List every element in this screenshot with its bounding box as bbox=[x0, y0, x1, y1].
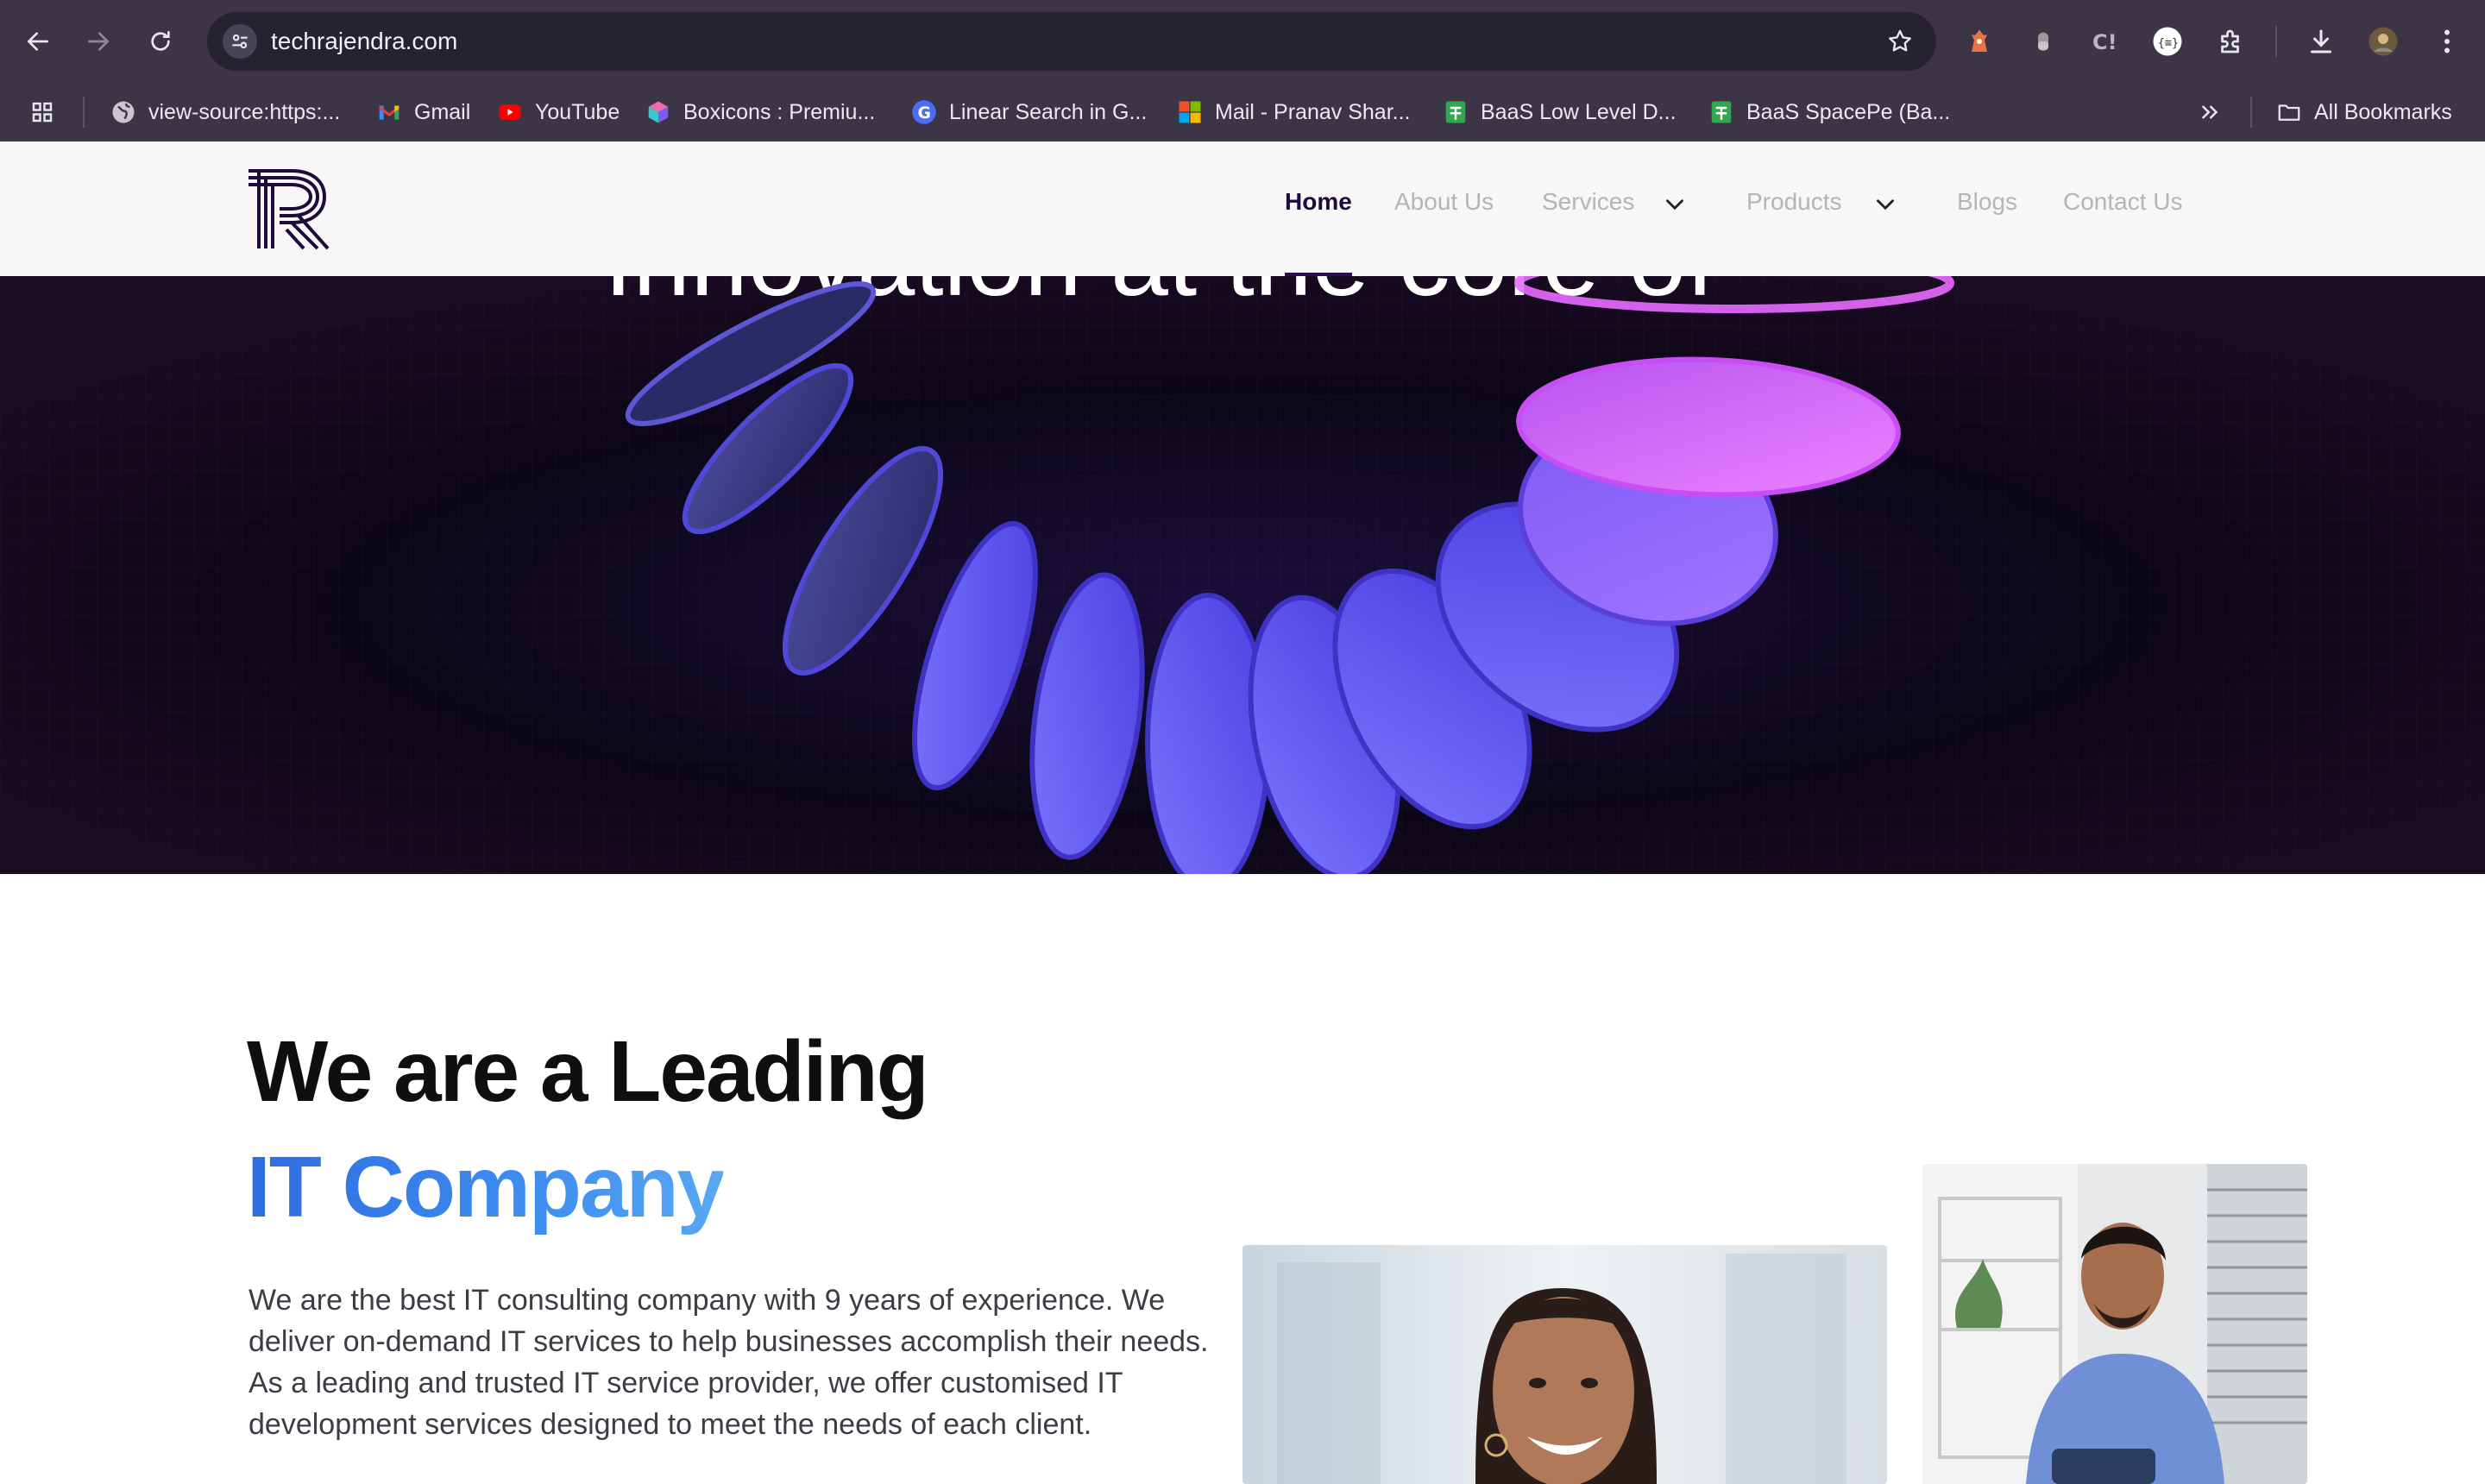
youtube-icon bbox=[497, 99, 523, 125]
all-bookmarks-label: All Bookmarks bbox=[2314, 99, 2452, 124]
bookmark-gmail[interactable]: Gmail bbox=[376, 95, 470, 129]
all-bookmarks-button[interactable]: All Bookmarks bbox=[2276, 95, 2452, 129]
about-section: We are a Leading IT Company We are the b… bbox=[0, 874, 2485, 1484]
more-bookmarks-button[interactable] bbox=[2197, 95, 2235, 129]
site-settings-icon[interactable] bbox=[223, 24, 257, 59]
bookmark-label: Mail - Pranav Shar... bbox=[1215, 99, 1411, 124]
bookmark-label: Linear Search in G... bbox=[949, 99, 1148, 124]
chevron-down-icon[interactable] bbox=[1871, 190, 1900, 219]
google-icon: G bbox=[911, 99, 937, 125]
hero-banner: Innovation at the core of bbox=[0, 276, 2485, 874]
download-icon[interactable] bbox=[2300, 21, 2342, 62]
svg-text:{≡}: {≡} bbox=[2158, 36, 2179, 50]
about-paragraph: We are the best IT consulting company wi… bbox=[248, 1284, 1209, 1441]
hero-graphic: Innovation at the core of bbox=[0, 276, 2485, 874]
microsoft-icon bbox=[1177, 99, 1203, 125]
bookmark-label: YouTube bbox=[535, 99, 620, 124]
bookmark-label: Gmail bbox=[414, 99, 471, 124]
boxicons-icon bbox=[645, 99, 671, 125]
nav-blogs[interactable]: Blogs bbox=[1957, 188, 2017, 216]
address-bar[interactable]: techrajendra.com bbox=[207, 12, 1936, 71]
extension-code-icon[interactable]: C! bbox=[2085, 21, 2126, 62]
nav-products[interactable]: Products bbox=[1746, 188, 1842, 216]
browser-toolbar: techrajendra.com C! {≡} bbox=[0, 0, 2485, 83]
svg-text:G: G bbox=[918, 104, 931, 123]
gmail-icon bbox=[376, 99, 402, 125]
bookmarks-divider bbox=[83, 97, 85, 128]
reload-icon bbox=[151, 31, 170, 51]
bookmark-youtube[interactable]: YouTube bbox=[497, 95, 620, 129]
bookmark-label: view-source:https:... bbox=[148, 99, 341, 124]
bookmark-mail-pranav[interactable]: Mail - Pranav Shar... bbox=[1177, 95, 1410, 129]
bookmark-label: Boxicons : Premiu... bbox=[683, 99, 876, 124]
forward-button[interactable] bbox=[78, 21, 119, 62]
bookmark-baas-spacepe[interactable]: BaaS SpacePe (Ba... bbox=[1708, 95, 1950, 129]
arrow-left-icon bbox=[27, 32, 48, 51]
bookmark-star-icon[interactable] bbox=[1883, 24, 1917, 59]
svg-text:C!: C! bbox=[2092, 30, 2117, 54]
chevron-down-icon[interactable] bbox=[1660, 190, 1689, 219]
apps-grid-button[interactable] bbox=[29, 95, 67, 129]
chevron-double-right-icon bbox=[2197, 99, 2223, 125]
sheets-icon bbox=[1443, 99, 1469, 125]
arrow-right-icon bbox=[88, 32, 110, 51]
site-logo[interactable] bbox=[247, 167, 335, 250]
nav-contact-us[interactable]: Contact Us bbox=[2063, 188, 2183, 216]
bookmark-label: BaaS SpacePe (Ba... bbox=[1746, 99, 1951, 124]
toolbar-divider bbox=[2275, 26, 2277, 57]
bookmark-view-source[interactable]: view-source:https:... bbox=[110, 95, 340, 129]
about-heading: We are a Leading bbox=[247, 1023, 929, 1120]
sheets-icon bbox=[1708, 99, 1734, 125]
team-photo-man bbox=[1922, 1164, 2307, 1484]
extension-fox-icon[interactable] bbox=[1959, 21, 2000, 62]
nav-about-us[interactable]: About Us bbox=[1394, 188, 1494, 216]
bookmark-linear-search[interactable]: G Linear Search in G... bbox=[911, 95, 1147, 129]
bookmark-baas-low-level[interactable]: BaaS Low Level D... bbox=[1443, 95, 1677, 129]
back-button[interactable] bbox=[17, 21, 59, 62]
bookmark-boxicons[interactable]: Boxicons : Premiu... bbox=[645, 95, 875, 129]
browser-chrome: techrajendra.com C! {≡} view-source:http… bbox=[0, 0, 2485, 141]
extension-capsule-icon[interactable] bbox=[2023, 21, 2064, 62]
folder-icon bbox=[2276, 99, 2302, 125]
bookmarks-divider bbox=[2250, 97, 2252, 128]
extensions-puzzle-icon[interactable] bbox=[2211, 21, 2252, 62]
url-text: techrajendra.com bbox=[271, 28, 458, 54]
nav-services[interactable]: Services bbox=[1542, 188, 1634, 216]
bookmark-label: BaaS Low Level D... bbox=[1481, 99, 1677, 124]
bookmarks-bar: view-source:https:... Gmail YouTube Boxi… bbox=[0, 83, 2485, 141]
extension-json-icon[interactable]: {≡} bbox=[2147, 21, 2188, 62]
team-photo-woman bbox=[1242, 1245, 1887, 1484]
reload-button[interactable] bbox=[140, 21, 181, 62]
about-heading-highlight: IT Company bbox=[247, 1139, 725, 1236]
site-header: Home About Us Services Products Blogs Co… bbox=[0, 141, 2485, 276]
apps-grid-icon bbox=[29, 99, 55, 125]
browser-menu-icon[interactable] bbox=[2426, 21, 2468, 62]
nav-home[interactable]: Home bbox=[1285, 188, 1352, 216]
profile-avatar-icon[interactable] bbox=[2362, 21, 2404, 62]
globe-icon bbox=[110, 99, 136, 125]
